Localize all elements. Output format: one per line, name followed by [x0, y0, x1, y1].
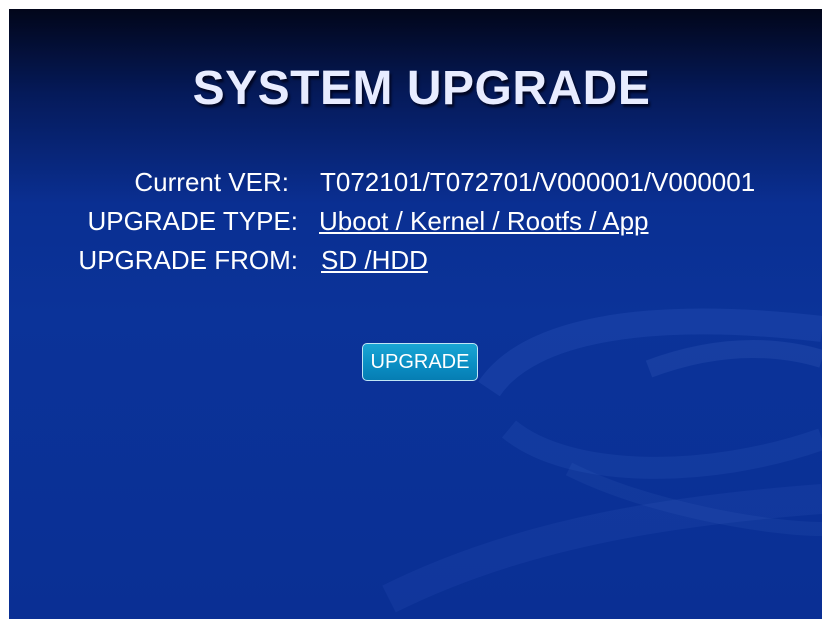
- upgrade-from-label: UPGRADE FROM:: [78, 245, 298, 275]
- upgrade-type-link[interactable]: Uboot / Kernel / Rootfs / App: [319, 206, 649, 236]
- upgrade-type-row: UPGRADE TYPE: Uboot / Kernel / Rootfs / …: [9, 206, 822, 236]
- page-title: SYSTEM UPGRADE: [192, 62, 651, 115]
- upgrade-from-row: UPGRADE FROM: SD /HDD: [9, 245, 822, 275]
- current-version-value: T072101/T072701/V000001/V000001: [320, 167, 756, 197]
- upgrade-button[interactable]: UPGRADE: [362, 343, 478, 381]
- upgrade-type-label: UPGRADE TYPE:: [87, 206, 298, 236]
- upgrade-from-link[interactable]: SD /HDD: [321, 245, 428, 275]
- current-version-row: Current VER: T072101/T072701/V000001/V00…: [9, 167, 822, 197]
- current-version-label: Current VER:: [134, 167, 289, 197]
- upgrade-screen: SYSTEM UPGRADE Current VER: T072101/T072…: [9, 9, 822, 619]
